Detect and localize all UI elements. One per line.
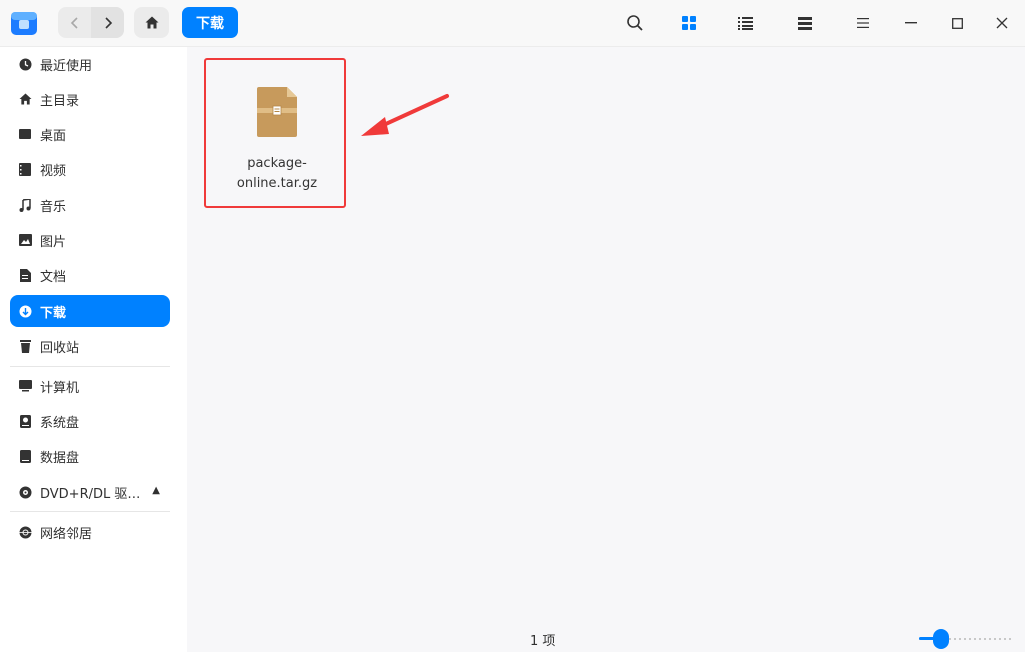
breadcrumb-downloads[interactable]: 下载: [182, 7, 238, 38]
eject-icon[interactable]: ▲: [152, 485, 160, 496]
home-icon: [145, 16, 158, 29]
sidebar-item-desktop[interactable]: 桌面: [10, 118, 170, 150]
archive-file-icon: [257, 87, 297, 137]
sidebar-item-label: 回收站: [40, 340, 80, 356]
download-icon: [18, 304, 32, 318]
icon-view-icon: [682, 16, 696, 30]
sidebar-item-label: 最近使用: [40, 58, 93, 74]
forward-button[interactable]: [91, 7, 124, 38]
close-icon: [996, 17, 1008, 29]
sidebar-item-label: 网络邻居: [40, 526, 93, 542]
detail-view-button[interactable]: [793, 11, 817, 35]
menu-icon: [857, 18, 869, 28]
network-icon: [18, 525, 32, 539]
disk-icon: [18, 414, 32, 428]
sidebar-item-label: DVD+R/DL 驱…: [40, 486, 141, 502]
search-icon: [627, 15, 643, 31]
minimize-icon: [905, 22, 917, 24]
video-icon: [18, 162, 32, 176]
sidebar-item-label: 数据盘: [40, 450, 80, 466]
maximize-icon: [951, 17, 963, 29]
list-view-icon: [737, 16, 753, 30]
file-manager-window: 下载 最近使用 主目录 桌面 视频 音乐 图片 文档 下载 回收站 计算机 系统…: [0, 0, 1025, 652]
sidebar-item-network[interactable]: 网络邻居: [10, 516, 170, 548]
sidebar-item-downloads[interactable]: 下载: [10, 295, 170, 327]
back-icon: [70, 16, 78, 29]
document-icon: [18, 268, 32, 282]
list-view-button[interactable]: [733, 11, 757, 35]
sidebar-item-label: 计算机: [40, 380, 80, 396]
music-icon: [18, 198, 32, 212]
titlebar: 下载: [0, 0, 1025, 47]
file-name-line: online.tar.gz: [236, 176, 318, 191]
sidebar: 最近使用 主目录 桌面 视频 音乐 图片 文档 下载 回收站 计算机 系统盘 数…: [0, 47, 187, 652]
back-button[interactable]: [58, 7, 91, 38]
sidebar-item-data-disk[interactable]: 数据盘: [10, 440, 170, 472]
sidebar-item-dvd-drive[interactable]: DVD+R/DL 驱… ▲: [10, 476, 170, 508]
sidebar-item-label: 音乐: [40, 199, 67, 215]
icon-view-button[interactable]: [677, 11, 701, 35]
sidebar-item-home[interactable]: 主目录: [10, 83, 170, 115]
zoom-slider-handle[interactable]: [933, 629, 949, 649]
computer-icon: [18, 379, 32, 393]
clock-icon: [18, 57, 32, 71]
sidebar-item-pictures[interactable]: 图片: [10, 224, 170, 256]
sidebar-item-system-disk[interactable]: 系统盘: [10, 405, 170, 437]
dvd-icon: [18, 485, 32, 499]
maximize-button[interactable]: [945, 11, 969, 35]
file-name: package- online.tar.gz: [206, 154, 348, 194]
file-item[interactable]: package- online.tar.gz: [204, 58, 346, 208]
sidebar-item-documents[interactable]: 文档: [10, 259, 170, 291]
detail-view-icon: [798, 16, 812, 30]
home-icon: [18, 92, 32, 106]
sidebar-item-recent[interactable]: 最近使用: [10, 48, 170, 80]
forward-icon: [104, 16, 112, 29]
sidebar-item-label: 系统盘: [40, 415, 80, 431]
trash-icon: [18, 339, 32, 353]
sidebar-item-label: 下载: [40, 305, 67, 321]
desktop-icon: [18, 127, 32, 141]
main-menu-button[interactable]: [851, 11, 875, 35]
sidebar-item-videos[interactable]: 视频: [10, 153, 170, 185]
picture-icon: [18, 233, 32, 247]
file-view[interactable]: package- online.tar.gz 1 项: [187, 47, 1025, 652]
sidebar-item-trash[interactable]: 回收站: [10, 330, 170, 362]
app-logo-icon[interactable]: [10, 9, 38, 37]
sidebar-item-label: 主目录: [40, 93, 80, 109]
search-button[interactable]: [623, 11, 647, 35]
sidebar-item-label: 桌面: [40, 128, 67, 144]
sidebar-item-label: 图片: [40, 234, 67, 250]
sidebar-divider: [10, 366, 170, 367]
sidebar-item-label: 文档: [40, 269, 67, 285]
home-button[interactable]: [134, 7, 169, 38]
file-name-line: package-: [247, 156, 307, 171]
sidebar-item-label: 视频: [40, 163, 67, 179]
navigation-buttons: [58, 7, 124, 38]
minimize-button[interactable]: [899, 11, 923, 35]
sidebar-item-music[interactable]: 音乐: [10, 189, 170, 221]
status-bar: 1 项: [187, 624, 1025, 652]
disk-icon: [18, 449, 32, 463]
item-count: 1 项: [530, 634, 556, 649]
red-arrow-annotation: [361, 94, 449, 136]
sidebar-item-computer[interactable]: 计算机: [10, 370, 170, 402]
sidebar-divider: [10, 511, 170, 512]
close-button[interactable]: [990, 11, 1014, 35]
